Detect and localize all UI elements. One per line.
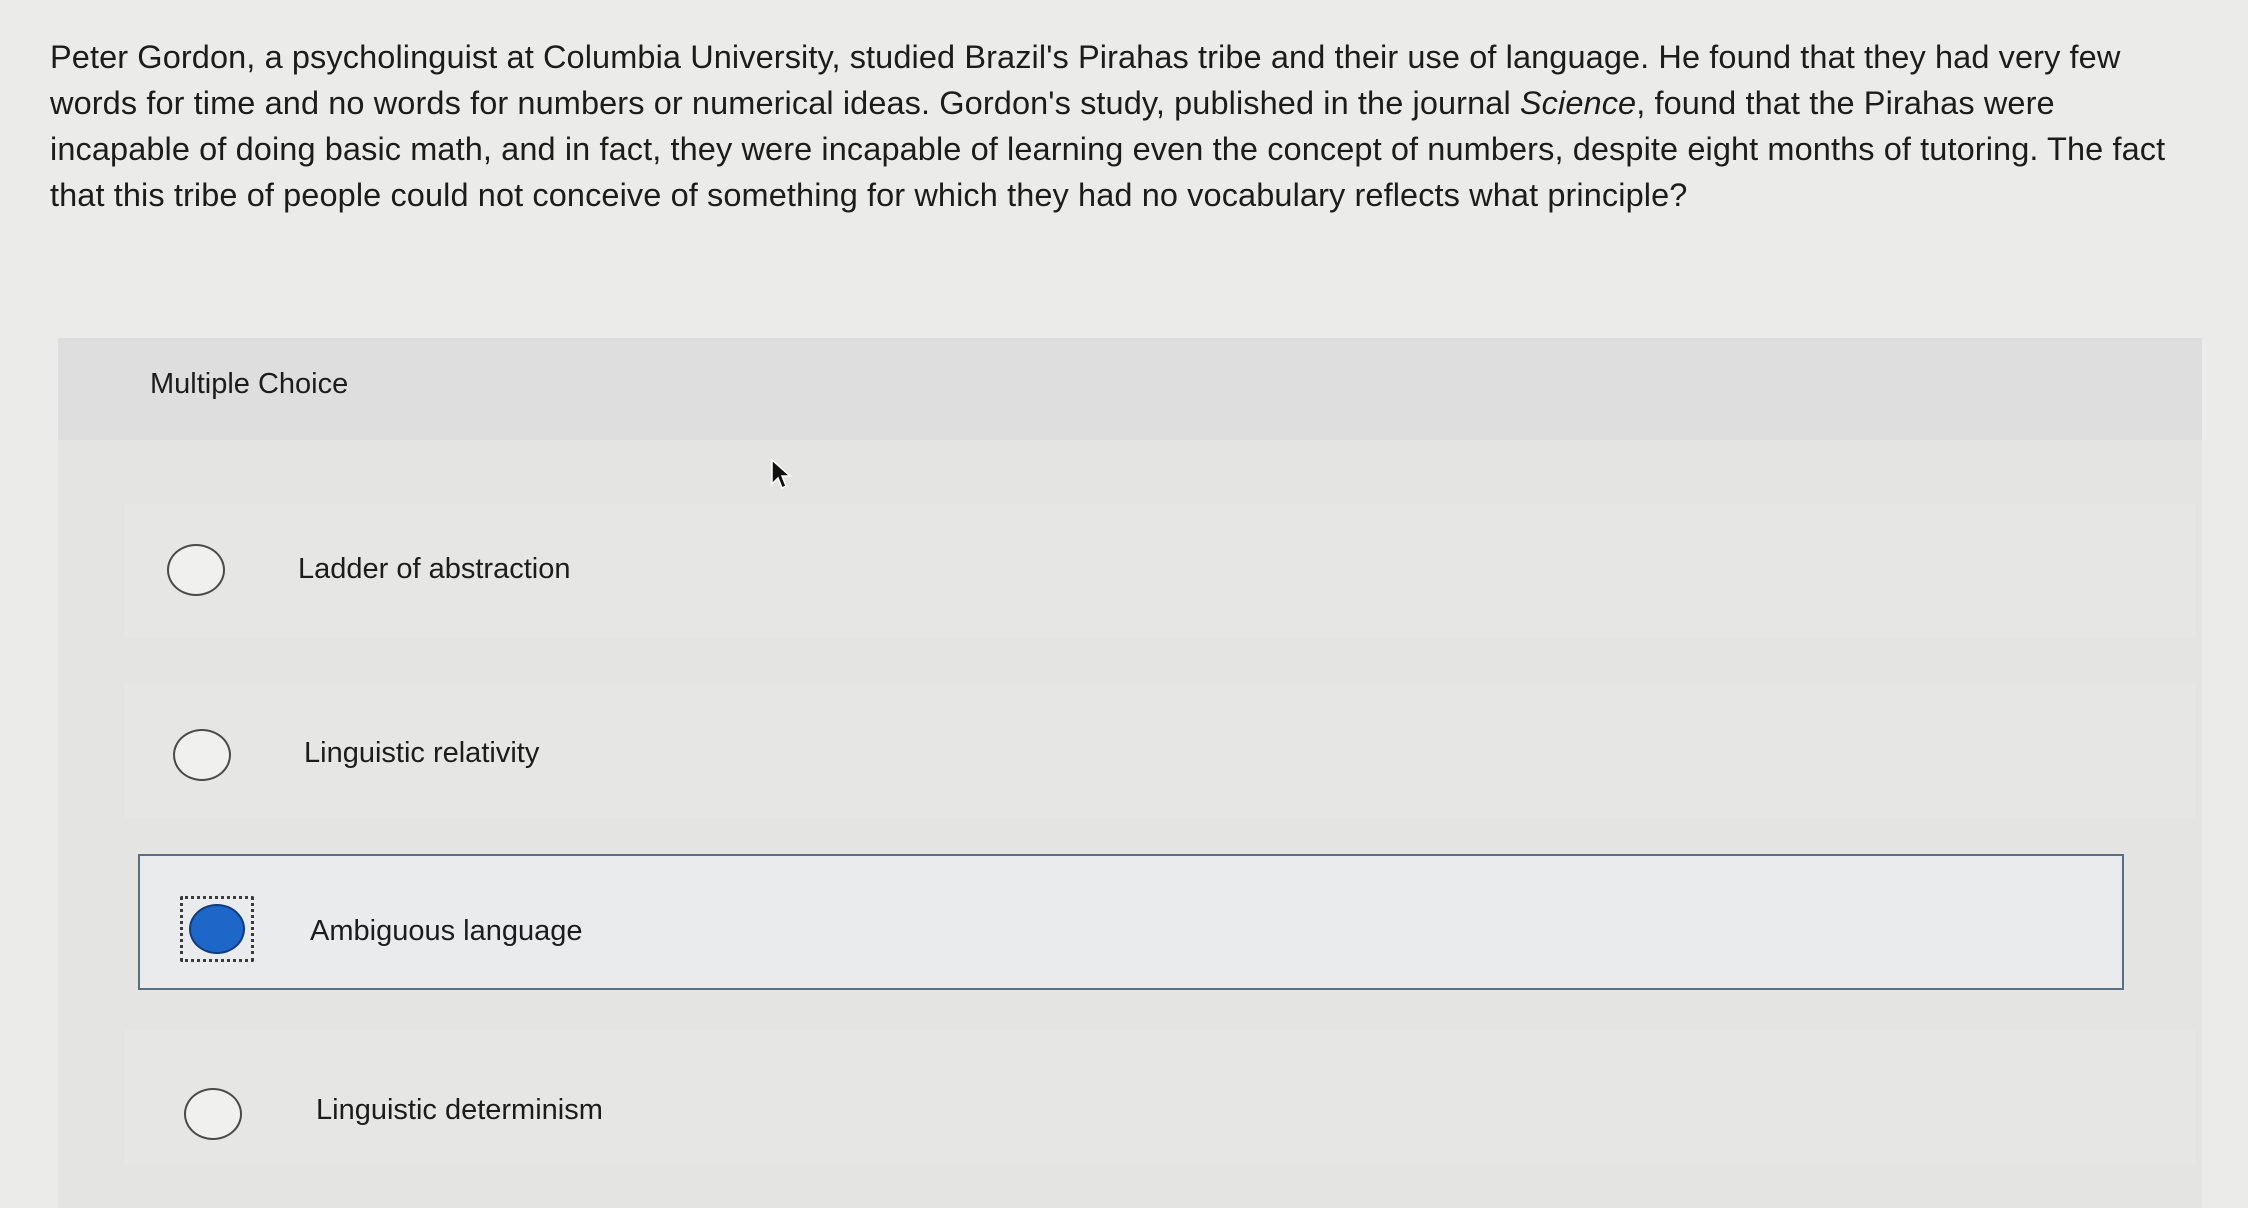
answer-option-label: Ladder of abstraction [298,553,571,585]
radio-selected-dot [189,904,245,954]
radio-button-1[interactable] [167,544,225,596]
radio-button-3-checked[interactable] [180,896,254,962]
answer-option-label: Ambiguous language [310,915,583,947]
answer-option-label: Linguistic determinism [316,1094,603,1126]
answer-option-3-selected[interactable]: Ambiguous language [138,854,2124,990]
question-text: Peter Gordon, a psycholinguist at Columb… [50,34,2200,218]
radio-button-2[interactable] [173,729,231,781]
answer-option-2[interactable]: Linguistic relativity [124,684,2196,818]
journal-name: Science [1519,85,1637,121]
answer-option-label: Linguistic relativity [304,737,540,769]
answer-option-1[interactable]: Ladder of abstraction [124,504,2196,638]
answer-option-4[interactable]: Linguistic determinism [124,1030,2196,1164]
radio-button-4[interactable] [184,1088,242,1140]
multiple-choice-header: Multiple Choice [58,338,2202,440]
multiple-choice-label: Multiple Choice [150,368,349,400]
multiple-choice-panel: Multiple Choice Ladder of abstraction Li… [58,338,2202,1208]
mouse-pointer-icon [771,458,792,490]
